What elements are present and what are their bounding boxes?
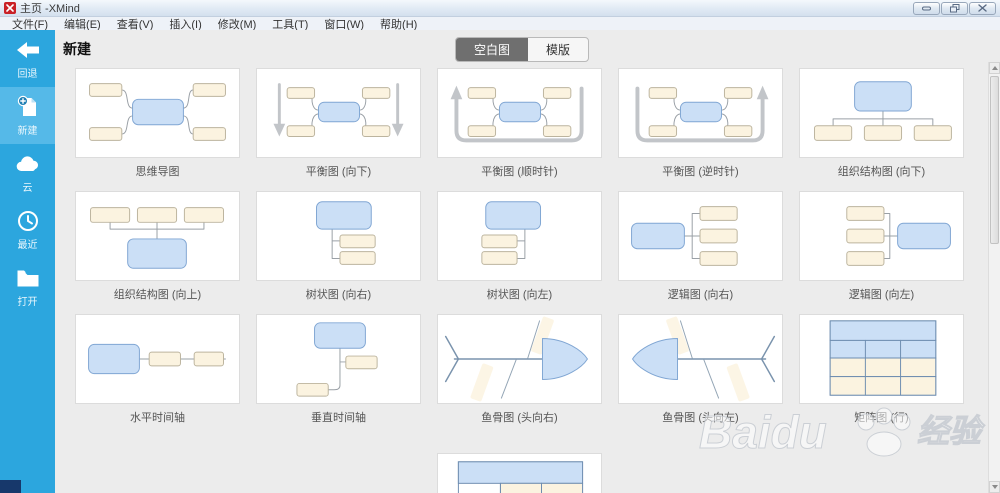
template-card-logic-right[interactable]: 逻辑图 (向右) (618, 191, 783, 301)
sidebar-item-label: 新建 (17, 126, 38, 137)
template-thumbnail-balance-ccw[interactable] (618, 68, 783, 158)
back-arrow-icon (15, 38, 41, 62)
folder-icon (16, 266, 40, 290)
page-header: 新建 空白图 模版 (55, 30, 1000, 62)
sidebar-item-open[interactable]: 打开 (0, 258, 55, 315)
new-document-icon (16, 95, 40, 119)
template-thumbnail-matrix[interactable] (799, 314, 964, 404)
window-title: 主页 -XMind (20, 3, 80, 15)
clock-icon (17, 209, 39, 233)
template-card-partial[interactable] (437, 453, 602, 493)
template-label: 树状图 (向左) (486, 289, 553, 301)
template-card-mindmap[interactable]: 思维导图 (75, 68, 240, 178)
template-card-logic-left[interactable]: 逻辑图 (向左) (799, 191, 964, 301)
minimize-button[interactable] (913, 1, 940, 15)
template-thumbnail-timeline-v[interactable] (256, 314, 421, 404)
template-thumbnail-balance-down[interactable] (256, 68, 421, 158)
xmind-logo-icon (4, 2, 16, 14)
template-label: 思维导图 (135, 166, 180, 178)
scrollbar-thumb[interactable] (990, 76, 999, 244)
template-thumbnail-mindmap[interactable] (75, 68, 240, 158)
template-thumbnail-logic-right[interactable] (618, 191, 783, 281)
template-label: 组织结构图 (向下) (837, 166, 926, 178)
template-card-tree-left[interactable]: 树状图 (向左) (437, 191, 602, 301)
template-thumbnail-tree-left[interactable] (437, 191, 602, 281)
scroll-up-icon[interactable] (989, 62, 1000, 74)
window-controls (913, 1, 996, 15)
tab-templates[interactable]: 模版 (528, 38, 588, 61)
template-card-tree-right[interactable]: 树状图 (向右) (256, 191, 421, 301)
template-label: 鱼骨图 (头向左) (662, 412, 739, 424)
template-thumbnail-timeline-h[interactable] (75, 314, 240, 404)
template-card-balance-cw[interactable]: 平衡图 (顺时针) (437, 68, 602, 178)
template-thumbnail-org-down[interactable] (799, 68, 964, 158)
template-card-matrix[interactable]: 矩阵图 (行) (799, 314, 964, 424)
template-thumbnail-org-up[interactable] (75, 191, 240, 281)
title-bar: 主页 -XMind (0, 0, 1000, 17)
sidebar-item-cloud[interactable]: 云 (0, 144, 55, 201)
template-card-org-down[interactable]: 组织结构图 (向下) (799, 68, 964, 178)
tab-blank-map[interactable]: 空白图 (456, 38, 529, 61)
sidebar-item-label: 云 (22, 183, 33, 194)
sidebar-item-label: 回退 (17, 69, 38, 80)
sidebar-item-label: 最近 (17, 240, 38, 251)
template-label: 平衡图 (向下) (305, 166, 372, 178)
taskbar-corner (0, 480, 21, 493)
template-label: 矩阵图 (行) (854, 412, 909, 424)
template-label: 平衡图 (逆时针) (662, 166, 739, 178)
template-thumbnail-tree-right[interactable] (256, 191, 421, 281)
template-thumbnail-fishbone-left[interactable] (618, 314, 783, 404)
template-label: 组织结构图 (向上) (113, 289, 202, 301)
template-thumbnail-logic-left[interactable] (799, 191, 964, 281)
vertical-scrollbar[interactable] (988, 62, 1000, 493)
sidebar-item-recent[interactable]: 最近 (0, 201, 55, 258)
page-title: 新建 (63, 41, 91, 57)
scroll-down-icon[interactable] (989, 481, 1000, 493)
template-card-balance-ccw[interactable]: 平衡图 (逆时针) (618, 68, 783, 178)
template-card-fishbone-left[interactable]: 鱼骨图 (头向左) (618, 314, 783, 424)
template-label: 垂直时间轴 (311, 412, 366, 424)
template-card-balance-down[interactable]: 平衡图 (向下) (256, 68, 421, 178)
template-thumbnail-balance-cw[interactable] (437, 68, 602, 158)
sidebar-item-back[interactable]: 回退 (0, 30, 55, 87)
cloud-icon (15, 152, 41, 176)
template-card-timeline-h[interactable]: 水平时间轴 (75, 314, 240, 424)
template-label: 平衡图 (顺时针) (481, 166, 558, 178)
restore-button[interactable] (941, 1, 968, 15)
template-label: 鱼骨图 (头向右) (481, 412, 558, 424)
template-thumbnail-fishbone-right[interactable] (437, 314, 602, 404)
template-label: 逻辑图 (向右) (667, 289, 734, 301)
close-button[interactable] (969, 1, 996, 15)
template-label: 树状图 (向右) (305, 289, 372, 301)
menu-bar: 文件(F) 编辑(E) 查看(V) 插入(I) 修改(M) 工具(T) 窗口(W) 帮助(H) (0, 17, 1000, 31)
sidebar: 回退 新建云最近 打开 (0, 30, 55, 493)
main-panel: 新建 空白图 模版 思维导图 平衡图 (向下) 平衡图 (顺时针) 平衡图 (逆时针)… (55, 30, 1000, 493)
template-thumbnail-matrix-partial[interactable] (437, 453, 602, 493)
template-grid: 思维导图 平衡图 (向下) 平衡图 (顺时针) 平衡图 (逆时针) 组织结构图 (向下)… (75, 68, 970, 424)
template-label: 逻辑图 (向左) (848, 289, 915, 301)
template-card-org-up[interactable]: 组织结构图 (向上) (75, 191, 240, 301)
sidebar-item-new[interactable]: 新建 (0, 87, 55, 144)
template-card-fishbone-right[interactable]: 鱼骨图 (头向右) (437, 314, 602, 424)
template-label: 水平时间轴 (130, 412, 185, 424)
view-tabs: 空白图 模版 (455, 37, 590, 62)
sidebar-item-label: 打开 (17, 297, 38, 308)
template-card-timeline-v[interactable]: 垂直时间轴 (256, 314, 421, 424)
